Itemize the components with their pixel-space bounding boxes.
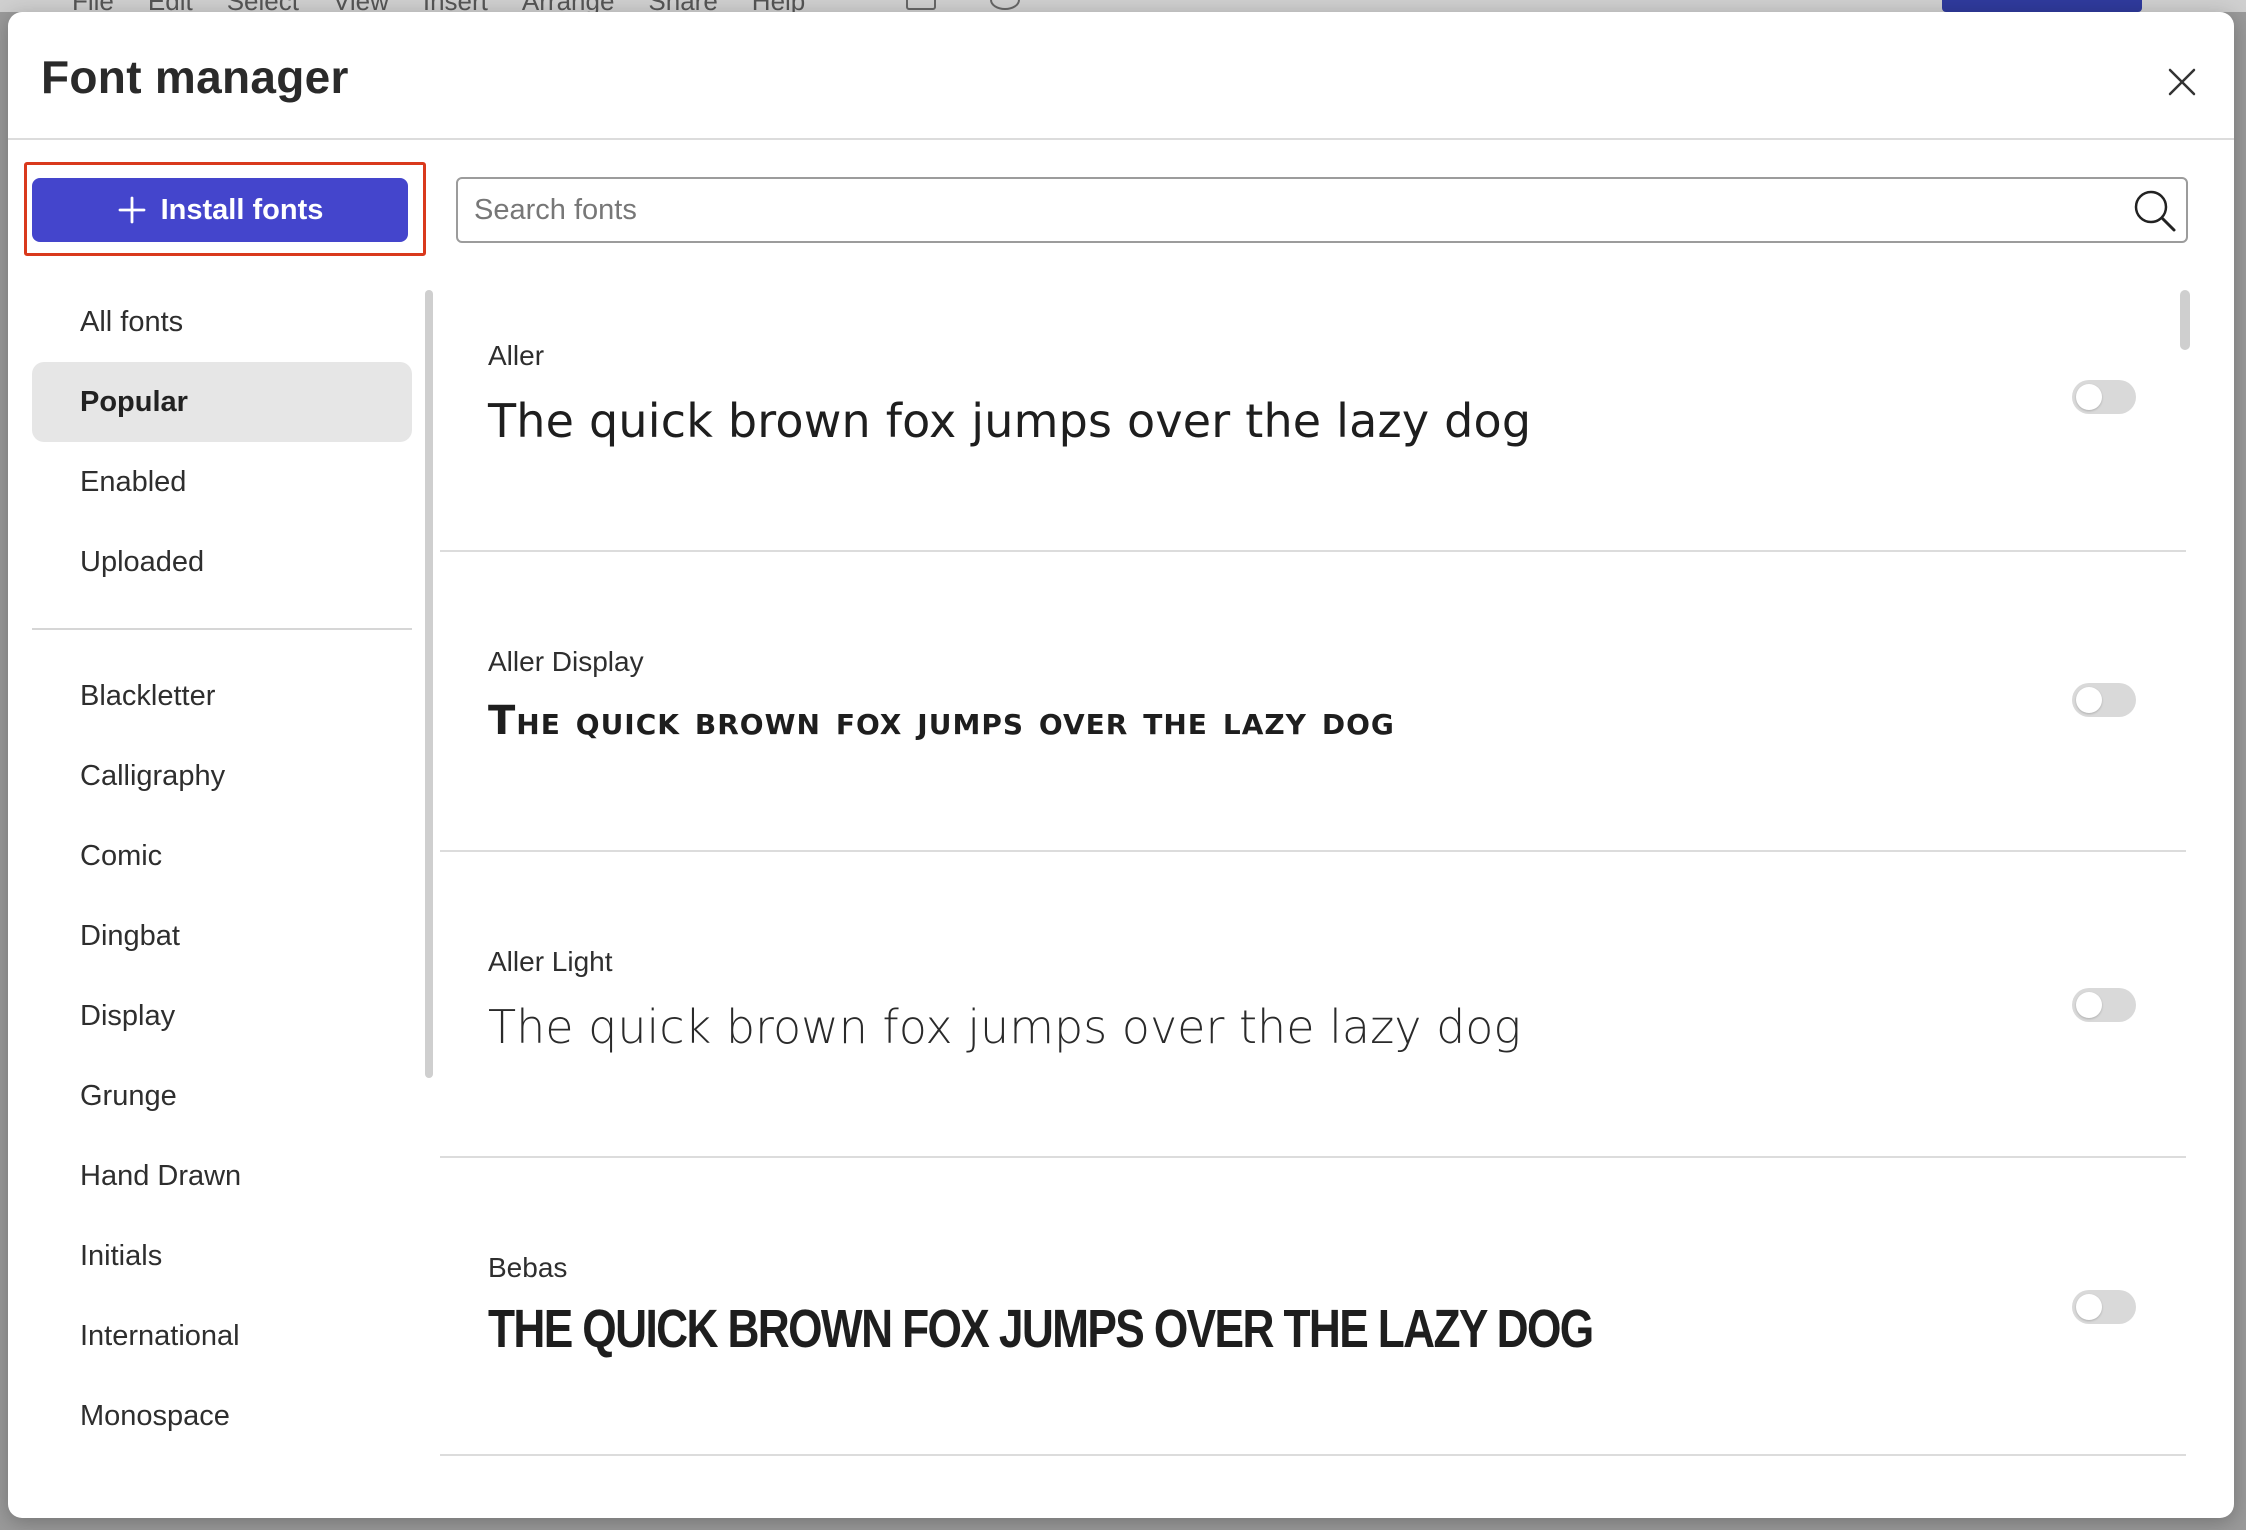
sidebar-item-display[interactable]: Display (32, 976, 412, 1056)
font-item-aller: Aller The quick brown fox jumps over the… (440, 270, 2186, 552)
sidebar-item-label: Enabled (80, 465, 187, 498)
sidebar-item-blackletter[interactable]: Blackletter (32, 656, 412, 736)
font-name: Bebas (488, 1252, 568, 1283)
install-fonts-button[interactable]: Install fonts (32, 178, 408, 242)
search-box (456, 177, 2188, 243)
dialog-title: Font manager (41, 51, 349, 103)
font-list: Aller The quick brown fox jumps over the… (440, 270, 2186, 1506)
sidebar-item-label: Popular (80, 385, 188, 418)
menu-file[interactable]: File (72, 0, 114, 12)
dialog-header: Font manager (8, 12, 2234, 140)
sidebar-divider (32, 628, 412, 630)
sidebar-item-initials[interactable]: Initials (32, 1216, 412, 1296)
share-button[interactable] (1942, 0, 2142, 12)
close-button[interactable] (2152, 52, 2212, 112)
menu-view[interactable]: View (333, 0, 389, 12)
sidebar-item-label: Dingbat (80, 919, 180, 952)
app-menu-items: File Edit Select View Insert Arrange Sha… (72, 0, 805, 12)
sidebar-item-grunge[interactable]: Grunge (32, 1056, 412, 1136)
font-name: Aller Display (488, 646, 644, 677)
sidebar-item-label: Display (80, 999, 176, 1032)
menu-edit[interactable]: Edit (148, 0, 193, 12)
font-toggle-aller-light[interactable] (2072, 988, 2136, 1022)
font-item-aller-display: Aller Display The quick brown fox jumps … (440, 552, 2186, 852)
install-fonts-label: Install fonts (160, 193, 324, 226)
grid-icon[interactable] (906, 0, 936, 10)
font-item-bebas: Bebas The quick brown fox jumps over the… (440, 1158, 2186, 1456)
sidebar: All fonts Popular Enabled Uploaded Black… (32, 278, 420, 1488)
sidebar-item-uploaded[interactable]: Uploaded (32, 522, 412, 602)
font-sample: The quick brown fox jumps over the lazy … (488, 1299, 1594, 1359)
sidebar-item-calligraphy[interactable]: Calligraphy (32, 736, 412, 816)
sidebar-item-hand-drawn[interactable]: Hand Drawn (32, 1136, 412, 1216)
sidebar-item-label: Hand Drawn (80, 1159, 242, 1192)
menu-share[interactable]: Share (648, 0, 717, 12)
font-toggle-aller[interactable] (2072, 380, 2136, 414)
sidebar-item-monospace[interactable]: Monospace (32, 1376, 412, 1456)
search-icon[interactable] (2130, 186, 2178, 234)
font-sample: The quick brown fox jumps over the lazy … (488, 394, 1532, 448)
font-toggle-bebas[interactable] (2072, 1290, 2136, 1324)
font-toggle-aller-display[interactable] (2072, 683, 2136, 717)
sidebar-item-label: International (80, 1319, 240, 1352)
close-icon (2168, 68, 2196, 96)
font-list-scrollbar[interactable] (2180, 290, 2190, 350)
plus-icon (118, 196, 146, 224)
font-item-aller-light: Aller Light The quick brown fox jumps ov… (440, 852, 2186, 1158)
menu-arrange[interactable]: Arrange (522, 0, 615, 12)
sidebar-item-label: Uploaded (80, 545, 205, 578)
sidebar-item-label: Monospace (80, 1399, 230, 1432)
menu-select[interactable]: Select (227, 0, 299, 12)
sidebar-item-popular[interactable]: Popular (32, 362, 412, 442)
font-sample: The quick brown fox jumps over the lazy … (488, 698, 1395, 744)
sidebar-item-label: Comic (80, 839, 163, 872)
sidebar-item-enabled[interactable]: Enabled (32, 442, 412, 522)
sidebar-item-label: Initials (80, 1239, 163, 1272)
toggle-knob (2076, 384, 2102, 410)
app-menubar: File Edit Select View Insert Arrange Sha… (0, 0, 2246, 12)
font-name: Aller (488, 340, 545, 371)
toggle-knob (2076, 1294, 2102, 1320)
menu-insert[interactable]: Insert (423, 0, 488, 12)
sidebar-scrollbar[interactable] (425, 290, 433, 1078)
sidebar-item-label: Grunge (80, 1079, 177, 1112)
toggle-knob (2076, 687, 2102, 713)
sidebar-item-international[interactable]: International (32, 1296, 412, 1376)
sidebar-item-label: Calligraphy (80, 759, 226, 792)
toggle-knob (2076, 992, 2102, 1018)
sidebar-item-all-fonts[interactable]: All fonts (32, 282, 412, 362)
sidebar-item-dingbat[interactable]: Dingbat (32, 896, 412, 976)
sidebar-item-label: Blackletter (80, 679, 216, 712)
font-sample: The quick brown fox jumps over the lazy … (488, 1000, 1522, 1054)
sidebar-item-comic[interactable]: Comic (32, 816, 412, 896)
sidebar-item-label: All fonts (80, 305, 184, 338)
menu-help[interactable]: Help (752, 0, 805, 12)
font-name: Aller Light (488, 946, 613, 977)
search-input[interactable] (458, 193, 2130, 227)
feedback-icon[interactable] (990, 0, 1020, 10)
